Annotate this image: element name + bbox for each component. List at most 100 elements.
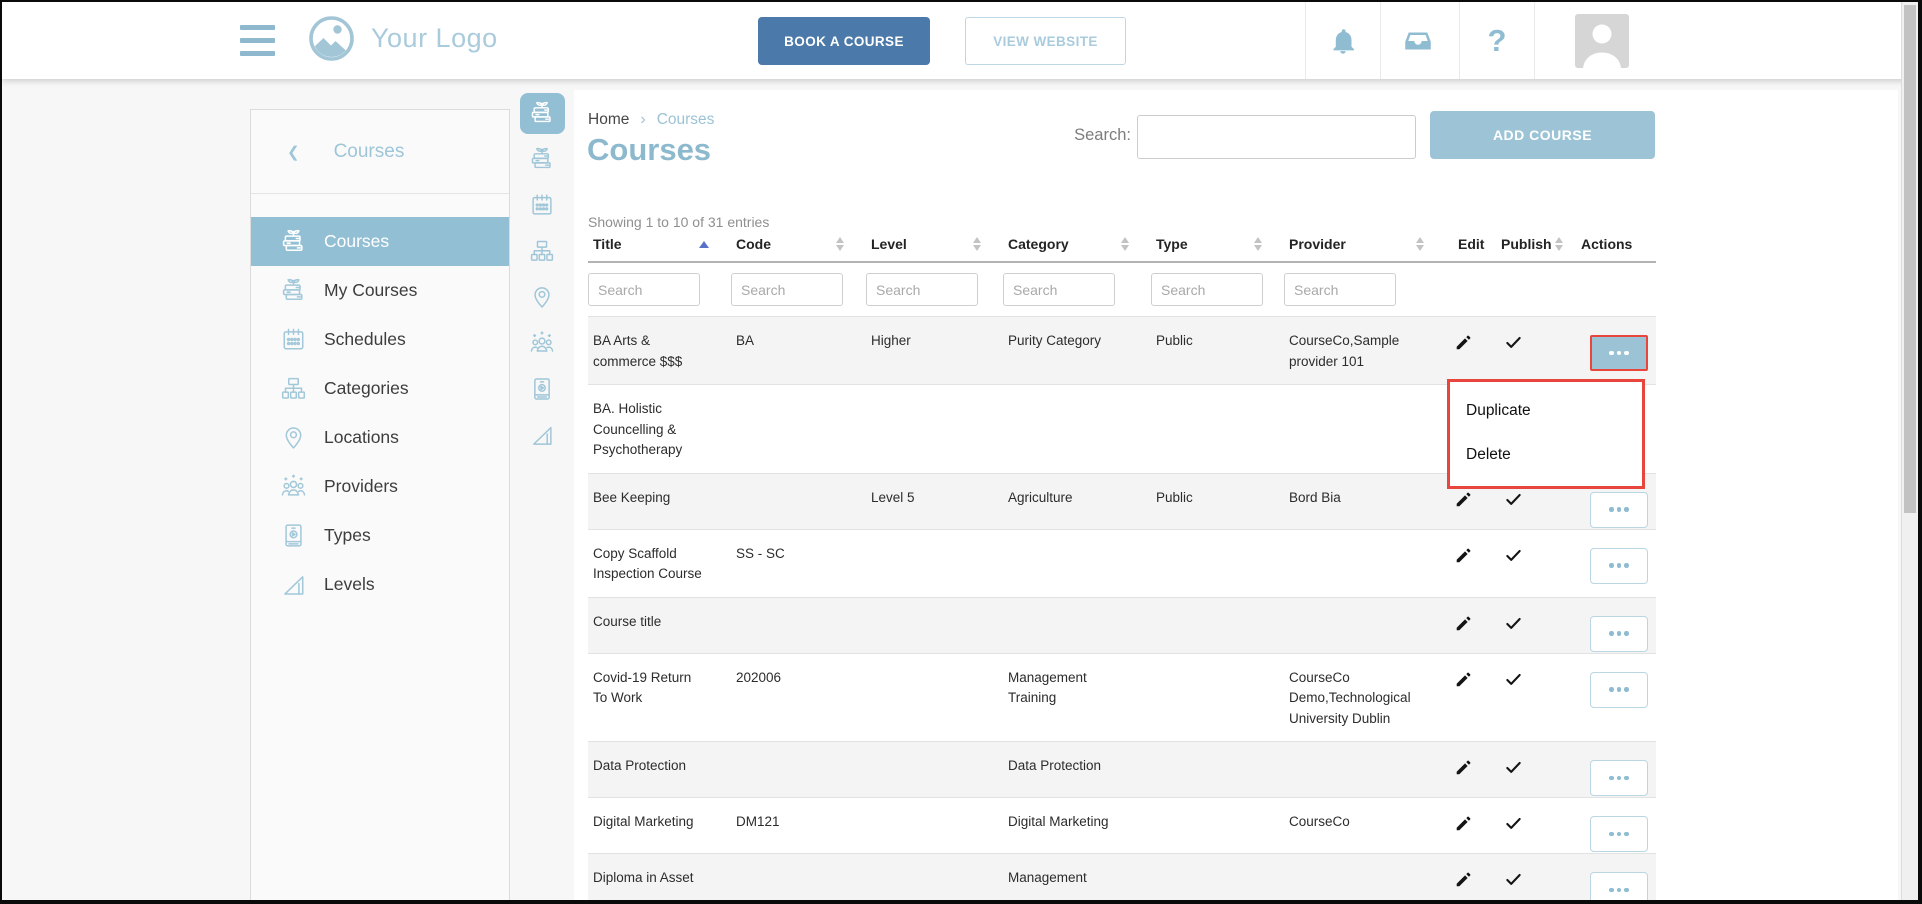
sidebar-item-schedules[interactable]: Schedules	[251, 315, 509, 364]
row-actions-button[interactable]	[1590, 872, 1648, 900]
strip-item-my-courses[interactable]	[510, 136, 574, 182]
table-header-row: TitleCodeLevel Category TypeProviderEdit Pu…	[588, 236, 1656, 263]
column-label: Publish	[1501, 236, 1552, 252]
cell-provider	[1284, 385, 1446, 473]
strip-item-levels[interactable]	[510, 412, 574, 458]
cell-level: Level 5	[866, 474, 1003, 529]
cell-level	[866, 798, 1003, 853]
column-header-level[interactable]: Level	[866, 236, 1003, 252]
strip-item-locations[interactable]	[510, 274, 574, 320]
edit-pencil-icon[interactable]	[1454, 877, 1473, 892]
cell-code	[731, 742, 866, 797]
vertical-scrollbar[interactable]	[1901, 2, 1918, 900]
cell-edit	[1446, 742, 1491, 797]
add-course-button[interactable]: ADD COURSE	[1430, 111, 1655, 159]
cell-edit	[1446, 798, 1491, 853]
cell-actions	[1551, 798, 1656, 853]
sidebar-item-label: My Courses	[324, 280, 417, 301]
filter-cell-provider	[1284, 273, 1446, 306]
help-icon[interactable]: ?	[1460, 2, 1534, 79]
cell-category	[1003, 530, 1151, 597]
cell-actions	[1551, 598, 1656, 653]
column-header-actions[interactable]: Actions	[1551, 236, 1656, 252]
filter-input-code[interactable]	[731, 273, 843, 306]
inbox-tray-icon[interactable]	[1381, 2, 1455, 79]
cell-title: Covid-19 Return To Work	[588, 654, 731, 742]
publish-check-icon[interactable]	[1504, 340, 1523, 355]
sidebar-item-providers[interactable]: Providers	[251, 462, 509, 511]
publish-check-icon[interactable]	[1504, 497, 1523, 512]
menu-item-duplicate[interactable]: Duplicate	[1450, 389, 1642, 433]
providers-icon	[529, 330, 555, 356]
filter-input-category[interactable]	[1003, 273, 1115, 306]
edit-pencil-icon[interactable]	[1454, 621, 1473, 636]
filter-input-title[interactable]	[588, 273, 700, 306]
row-actions-button[interactable]	[1590, 760, 1648, 796]
filter-input-level[interactable]	[866, 273, 978, 306]
scrollbar-thumb[interactable]	[1904, 5, 1916, 513]
edit-pencil-icon[interactable]	[1454, 497, 1473, 512]
sidebar-item-levels[interactable]: Levels	[251, 560, 509, 609]
filter-cell-category	[1003, 273, 1151, 306]
person-icon	[1575, 14, 1629, 68]
cell-type	[1151, 654, 1284, 742]
sidebar-item-courses[interactable]: Courses	[251, 217, 509, 266]
sidebar-collapse-header[interactable]: ❮ Courses	[251, 110, 509, 193]
column-header-category[interactable]: Category	[1003, 236, 1151, 252]
notifications-bell-icon[interactable]	[1306, 2, 1380, 79]
filter-input-type[interactable]	[1151, 273, 1263, 306]
strip-item-providers[interactable]	[510, 320, 574, 366]
sidebar-item-my-courses[interactable]: My Courses	[251, 266, 509, 315]
edit-pencil-icon[interactable]	[1454, 677, 1473, 692]
column-header-publish[interactable]: Publish	[1491, 236, 1551, 252]
sidebar-item-categories[interactable]: Categories	[251, 364, 509, 413]
row-actions-button[interactable]	[1590, 616, 1648, 652]
breadcrumb-current[interactable]: Courses	[657, 111, 715, 129]
strip-item-schedules[interactable]	[510, 182, 574, 228]
user-avatar[interactable]	[1575, 14, 1629, 68]
column-header-type[interactable]: Type	[1151, 236, 1284, 252]
publish-check-icon[interactable]	[1504, 877, 1523, 892]
row-actions-button[interactable]	[1590, 335, 1648, 371]
cell-level	[866, 598, 1003, 653]
menu-item-delete[interactable]: Delete	[1450, 433, 1642, 477]
categories-icon	[529, 238, 555, 264]
column-label: Category	[1008, 236, 1069, 252]
row-actions-button[interactable]	[1590, 548, 1648, 584]
sidebar-item-types[interactable]: Types	[251, 511, 509, 560]
strip-item-courses[interactable]	[510, 90, 574, 136]
table-row: Digital MarketingDM121Digital MarketingC…	[588, 797, 1656, 853]
column-header-edit[interactable]: Edit	[1446, 236, 1491, 252]
filter-input-provider[interactable]	[1284, 273, 1396, 306]
global-search-input[interactable]	[1137, 115, 1416, 159]
edit-pencil-icon[interactable]	[1454, 340, 1473, 355]
row-actions-button[interactable]	[1590, 816, 1648, 852]
edit-pencil-icon[interactable]	[1454, 765, 1473, 780]
view-website-button[interactable]: VIEW WEBSITE	[965, 17, 1126, 65]
strip-item-types[interactable]	[510, 366, 574, 412]
column-header-title[interactable]: Title	[588, 236, 731, 252]
publish-check-icon[interactable]	[1504, 821, 1523, 836]
publish-check-icon[interactable]	[1504, 621, 1523, 636]
icon-strip	[510, 90, 574, 900]
book-a-course-button[interactable]: BOOK A COURSE	[758, 17, 930, 65]
hamburger-menu-icon[interactable]	[240, 25, 275, 56]
edit-pencil-icon[interactable]	[1454, 553, 1473, 568]
row-actions-button[interactable]	[1590, 492, 1648, 528]
publish-check-icon[interactable]	[1504, 677, 1523, 692]
column-header-code[interactable]: Code	[731, 236, 866, 252]
publish-check-icon[interactable]	[1504, 553, 1523, 568]
row-actions-button[interactable]	[1590, 672, 1648, 708]
sidebar-item-label: Schedules	[324, 329, 406, 350]
cell-title: Bee Keeping	[588, 474, 731, 529]
breadcrumb-home-link[interactable]: Home	[588, 111, 629, 129]
strip-item-categories[interactable]	[510, 228, 574, 274]
sidebar-item-locations[interactable]: Locations	[251, 413, 509, 462]
column-header-provider[interactable]: Provider	[1284, 236, 1446, 252]
publish-check-icon[interactable]	[1504, 765, 1523, 780]
cell-level	[866, 530, 1003, 597]
levels-icon	[280, 571, 307, 598]
breadcrumb-separator: ›	[640, 111, 645, 129]
edit-pencil-icon[interactable]	[1454, 821, 1473, 836]
cell-provider	[1284, 530, 1446, 597]
